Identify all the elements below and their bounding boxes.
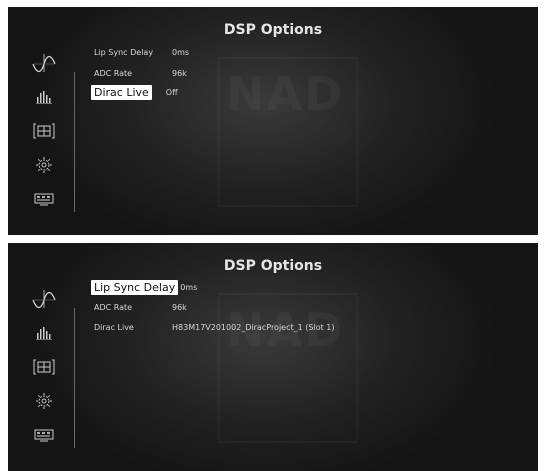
speaker-config-icon[interactable]: [26, 119, 62, 143]
waveform-icon[interactable]: [26, 51, 62, 75]
nad-watermark-logo: NAD: [218, 293, 358, 443]
menu-row-adc-rate[interactable]: ADC Rate 96k: [94, 65, 187, 81]
sidebar-divider: [74, 308, 75, 448]
row-label-selected: Lip Sync Delay: [91, 279, 179, 295]
waveform-icon[interactable]: [26, 287, 62, 311]
menu-row-dirac-live[interactable]: Dirac Live H83M17V201002_DiracProject_1 …: [94, 319, 334, 335]
menu-row-lip-sync-delay[interactable]: Lip Sync Delay 0ms: [94, 44, 189, 60]
row-label: Dirac Live: [94, 322, 134, 332]
dsp-options-screen-top: NAD DSP Options Lip Sync Delay 0ms ADC R…: [8, 7, 538, 235]
settings-gear-icon[interactable]: [26, 153, 62, 177]
row-value: 96k: [172, 302, 187, 312]
dsp-options-screen-bottom: NAD DSP Options Lip Sync Delay 0ms ADC R…: [8, 243, 538, 471]
menu-row-dirac-live[interactable]: Dirac Live Off: [91, 84, 178, 100]
row-label: ADC Rate: [94, 68, 133, 78]
menu-row-adc-rate[interactable]: ADC Rate 96k: [94, 299, 187, 315]
page-title: DSP Options: [223, 22, 323, 38]
page-title: DSP Options: [223, 258, 323, 274]
row-value: 96k: [172, 68, 187, 78]
row-label: ADC Rate: [94, 302, 133, 312]
equalizer-icon[interactable]: [26, 85, 62, 109]
row-value: 0ms: [180, 282, 198, 292]
menu-row-lip-sync-delay[interactable]: Lip Sync Delay 0ms: [91, 279, 198, 295]
settings-gear-icon[interactable]: [26, 389, 62, 413]
sidebar-divider: [74, 72, 75, 212]
nad-watermark-logo: NAD: [218, 57, 358, 207]
row-value: Off: [165, 87, 178, 97]
display-icon[interactable]: [26, 187, 62, 211]
equalizer-icon[interactable]: [26, 321, 62, 345]
row-label: Lip Sync Delay: [94, 47, 154, 57]
display-icon[interactable]: [26, 423, 62, 447]
row-value: 0ms: [172, 47, 190, 57]
row-label-selected: Dirac Live: [91, 84, 152, 100]
row-value: H83M17V201002_DiracProject_1 (Slot 1): [172, 322, 335, 332]
speaker-config-icon[interactable]: [26, 355, 62, 379]
